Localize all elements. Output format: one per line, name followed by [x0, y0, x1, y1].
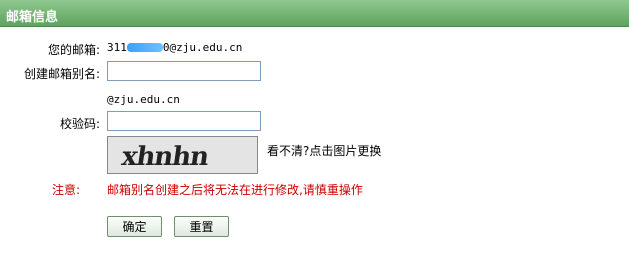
alias-label: 创建邮箱别名:: [23, 67, 100, 81]
captcha-refresh-link[interactable]: 看不清?点击图片更换: [267, 142, 381, 159]
note-label: 注意:: [51, 183, 80, 197]
reset-button[interactable]: 重置: [174, 216, 229, 237]
note-text: 邮箱别名创建之后将无法在进行修改,请慎重操作: [107, 183, 363, 197]
email-value: 311 0@zju.edu.cn: [107, 41, 242, 54]
email-label: 您的邮箱:: [47, 43, 100, 57]
captcha-input[interactable]: [107, 111, 261, 131]
alias-input[interactable]: [107, 61, 261, 81]
email-suffix: 0@zju.edu.cn: [162, 41, 243, 54]
section-title: 邮箱信息: [6, 10, 59, 25]
alias-domain: @zju.edu.cn: [107, 93, 180, 106]
captcha-image-text: xhnhn: [119, 142, 211, 172]
email-redaction: [126, 42, 163, 52]
section-header: 邮箱信息: [0, 0, 629, 27]
confirm-button[interactable]: 确定: [107, 216, 162, 237]
captcha-label: 校验码:: [59, 117, 100, 131]
email-prefix: 311: [107, 41, 127, 54]
